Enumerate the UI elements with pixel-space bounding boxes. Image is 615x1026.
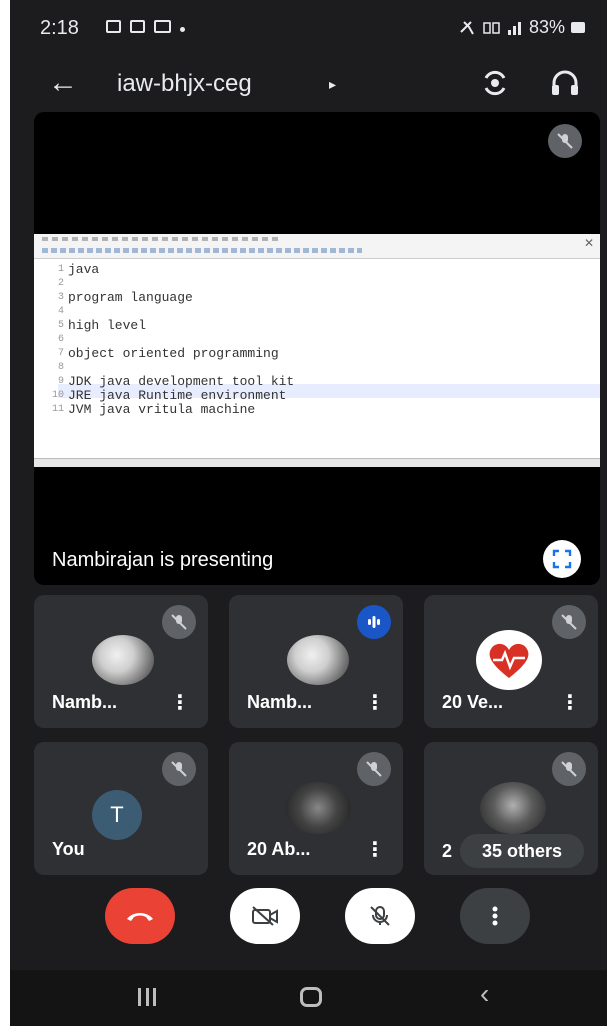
mic-off-icon (162, 605, 196, 639)
avatar (476, 630, 542, 690)
more-vert-icon[interactable]: ⋮ (365, 690, 385, 715)
battery-icon (571, 22, 585, 33)
more-vert-icon[interactable]: ⋮ (170, 690, 190, 715)
participant-tile[interactable]: 20 Ab... ⋮ (229, 742, 403, 875)
mic-off-icon (552, 752, 586, 786)
notification-dot-icon (180, 27, 185, 32)
status-bar: 2:18 83% (10, 0, 607, 60)
mic-off-icon (162, 752, 196, 786)
participant-tile-others[interactable]: 2 35 others (424, 742, 598, 875)
mic-off-icon (370, 906, 390, 926)
more-options-button[interactable] (460, 888, 530, 944)
caret-right-icon[interactable]: ▸ (329, 76, 336, 93)
participant-name: You (52, 839, 85, 859)
switch-camera-icon[interactable] (478, 66, 512, 100)
more-vert-icon (492, 906, 498, 926)
fullscreen-icon (552, 549, 572, 569)
system-nav-bar: ‹ (10, 970, 607, 1026)
mail-icon (154, 20, 171, 33)
heart-icon (489, 643, 529, 678)
headset-icon[interactable] (548, 66, 582, 100)
battery-percent: 83% (528, 17, 565, 37)
phone-screen: 2:18 83% ← iaw-bhjx-ceg ▸ ✕ 1 java 2 3 p… (10, 0, 607, 1026)
nav-back-icon[interactable]: ‹ (480, 978, 489, 1010)
shared-screen-editor: ✕ 1 java 2 3 program language 4 5 high leve… (34, 234, 600, 467)
recents-icon[interactable] (138, 988, 156, 1006)
close-icon: ✕ (583, 236, 594, 250)
network-icon (483, 21, 500, 34)
fullscreen-button[interactable] (543, 540, 581, 578)
participant-name: 20 Ve... (442, 692, 504, 712)
signal-icon (507, 21, 521, 35)
camera-toggle-button[interactable] (230, 888, 300, 944)
avatar (287, 635, 349, 685)
camera-off-icon (252, 906, 278, 926)
participant-tile[interactable]: 20 Ve... ⋮ (424, 595, 598, 728)
back-arrow-icon[interactable]: ← (48, 68, 78, 98)
participant-tile[interactable]: Namb... ⋮ (229, 595, 403, 728)
avatar (92, 635, 154, 685)
meeting-code[interactable]: iaw-bhjx-ceg (117, 70, 252, 98)
mic-toggle-button[interactable] (345, 888, 415, 944)
presenter-label: Nambirajan is presenting (52, 549, 274, 571)
gallery-icon (106, 20, 121, 33)
meeting-header: ← iaw-bhjx-ceg ▸ (10, 60, 607, 116)
mic-off-icon (552, 605, 586, 639)
participant-name: 2 (442, 841, 453, 861)
end-call-icon (127, 913, 153, 921)
mic-off-icon (357, 752, 391, 786)
others-count-pill[interactable]: 35 others (460, 834, 584, 868)
participant-name: Namb... (247, 692, 313, 712)
participant-name: Namb... (52, 692, 118, 712)
end-call-button[interactable] (105, 888, 175, 944)
participant-tile-self[interactable]: T You (34, 742, 208, 875)
status-right: 83% (459, 17, 585, 38)
presentation-view[interactable]: ✕ 1 java 2 3 program language 4 5 high leve… (34, 112, 600, 585)
mute-icon (460, 20, 474, 34)
speaking-indicator-icon (357, 605, 391, 639)
status-time: 2:18 (40, 17, 79, 39)
home-icon[interactable] (300, 987, 322, 1007)
mic-off-icon (548, 124, 582, 158)
editor-toolbar: ✕ (34, 234, 600, 259)
avatar (480, 782, 546, 834)
message-icon (130, 20, 145, 33)
avatar: T (92, 790, 142, 840)
participant-tile[interactable]: Namb... ⋮ (34, 595, 208, 728)
editor-statusbar (34, 458, 600, 467)
participant-name: 20 Ab... (247, 839, 311, 859)
more-vert-icon[interactable]: ⋮ (560, 690, 580, 715)
more-vert-icon[interactable]: ⋮ (365, 837, 385, 862)
avatar (285, 782, 351, 834)
